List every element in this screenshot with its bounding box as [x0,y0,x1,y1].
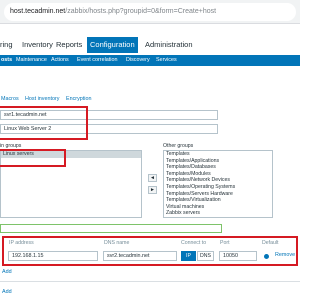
other-groups-list[interactable]: Templates Templates/Applications Templat… [163,150,273,218]
menu-inventory[interactable]: Inventory [22,37,53,53]
list-item[interactable]: Templates/Servers Hardware [164,191,272,198]
submenu-actions[interactable]: Actions [51,55,69,66]
tab-macros[interactable]: Macros [1,93,19,105]
other-groups-label: Other groups [163,143,194,149]
divider [0,281,300,282]
default-radio[interactable] [264,253,269,259]
submenu-services[interactable]: Services [156,55,177,66]
tab-encryption[interactable]: Encryption [66,93,91,105]
remove-link[interactable]: Remove [275,252,295,258]
submenu-hosts[interactable]: osts [1,55,12,66]
list-item[interactable]: Virtual machines [164,204,272,211]
connect-dns-button[interactable]: DNS [197,251,214,261]
sub-menu: osts Maintenance Actions Event correlati… [0,55,300,66]
ip-address-field[interactable]: 192.168.1.15 [8,251,98,261]
add-interface-link[interactable]: Add [2,269,12,275]
dns-name-header: DNS name [104,240,130,246]
list-item[interactable]: Templates [164,151,272,158]
move-right-button[interactable]: ► [148,186,157,194]
url-field[interactable]: host.tecadmin.net/zabbix/hosts.php?group… [4,3,296,21]
menu-reports[interactable]: Reports [56,37,82,53]
dns-name-field[interactable]: svr2.tecadmin.net [103,251,177,261]
browser-address-bar: host.tecadmin.net/zabbix/hosts.php?group… [0,0,300,24]
move-left-button[interactable]: ◄ [148,174,157,182]
add-link[interactable]: Add [2,289,12,295]
connect-to-header: Connect to [181,240,207,246]
connect-ip-button[interactable]: IP [181,251,196,261]
tab-host-inventory[interactable]: Host inventory [25,93,59,105]
highlight-host-names [0,106,88,140]
port-header: Port [220,240,230,246]
ip-address-header: IP address [9,240,34,246]
submenu-discovery[interactable]: Discovery [126,55,150,66]
list-item[interactable]: Templates/Applications [164,158,272,165]
port-field[interactable]: 10050 [219,251,257,261]
list-item[interactable]: Zabbix servers [164,210,272,217]
list-item[interactable]: Templates/Databases [164,164,272,171]
url-host: host.tecadmin.net [10,8,66,15]
url-path: /zabbix/hosts.php?groupid=0&form=Create+… [65,8,217,15]
submenu-event-correlation[interactable]: Event correlation [77,55,117,66]
list-item[interactable]: Templates/Operating Systems [164,184,272,191]
list-item[interactable]: Templates/Network Devices [164,177,272,184]
highlight-in-groups [0,149,66,167]
default-header: Default [262,240,279,246]
menu-configuration[interactable]: Configuration [87,37,138,53]
list-item[interactable]: Templates/Modules [164,171,272,178]
submenu-maintenance[interactable]: Maintenance [16,55,47,66]
menu-monitoring[interactable]: ring [0,37,13,53]
main-menu: ring Inventory Reports Configuration Adm… [0,37,300,53]
menu-administration[interactable]: Administration [145,37,193,53]
form-tabs: Macros Host inventory Encryption [0,93,300,105]
list-item[interactable]: Templates/Virtualization [164,197,272,204]
new-group-field[interactable] [0,224,222,233]
